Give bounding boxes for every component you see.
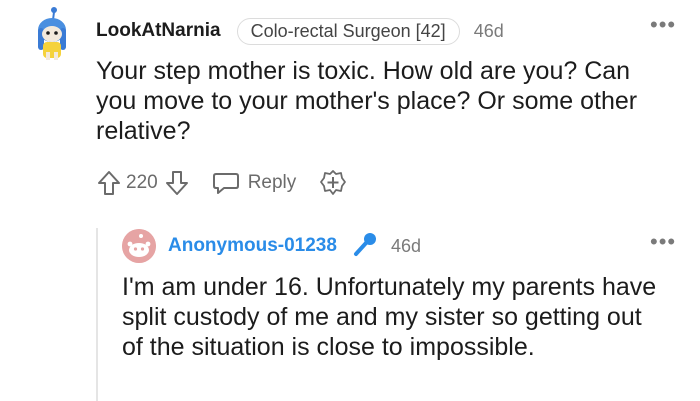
user-flair: Colo-rectal Surgeon [42] bbox=[236, 17, 460, 45]
reply-user-avatar[interactable] bbox=[122, 229, 156, 263]
reply-button[interactable]: Reply bbox=[212, 170, 297, 196]
more-options-icon[interactable]: ••• bbox=[650, 14, 676, 36]
microphone-icon bbox=[351, 230, 379, 263]
reply-more-options-icon[interactable]: ••• bbox=[650, 231, 676, 253]
snoo-avatar-icon bbox=[38, 7, 66, 60]
comment-header: LookAtNarnia Colo-rectal Surgeon [42] 46… bbox=[96, 17, 504, 45]
reply-bubble-icon bbox=[212, 173, 239, 194]
username[interactable]: LookAtNarnia bbox=[96, 20, 221, 42]
comment-body: Your step mother is toxic. How old are y… bbox=[96, 57, 638, 145]
vote-score: 220 bbox=[126, 172, 158, 193]
reply-age: 46d bbox=[390, 235, 421, 256]
user-avatar[interactable] bbox=[24, 6, 82, 64]
comment-actions: 220 Reply bbox=[96, 167, 348, 199]
reply-body: I'm am under 16. Unfortunately my parent… bbox=[122, 273, 657, 361]
upvote-icon[interactable] bbox=[96, 169, 122, 197]
award-button[interactable] bbox=[318, 168, 348, 198]
reply-header: Anonymous-01238 46d bbox=[168, 232, 421, 260]
downvote-icon[interactable] bbox=[164, 169, 190, 197]
comment-age: 46d bbox=[473, 20, 504, 41]
snoo-default-avatar-icon bbox=[122, 229, 156, 263]
thread-line[interactable] bbox=[96, 228, 98, 401]
reply-username[interactable]: Anonymous-01238 bbox=[168, 235, 337, 257]
award-plus-icon bbox=[320, 170, 347, 195]
reply-label: Reply bbox=[247, 172, 297, 193]
